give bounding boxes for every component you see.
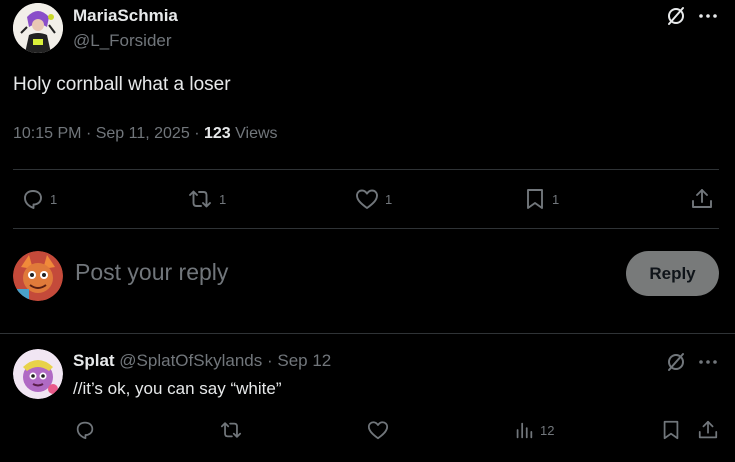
author-handle[interactable]: @L_Forsider <box>73 31 172 51</box>
post-date[interactable]: Sep 11, 2025 <box>96 125 190 142</box>
author-display-name[interactable]: MariaSchmia <box>73 6 178 26</box>
reply-icon <box>21 187 45 211</box>
separator-dot: · <box>194 125 200 142</box>
more-icon[interactable] <box>697 352 719 372</box>
views-count: 12 <box>540 422 555 438</box>
views-label: Views <box>235 125 278 142</box>
repost-icon <box>218 419 244 441</box>
views-action[interactable]: 12 <box>513 419 554 441</box>
like-count: 1 <box>385 191 393 207</box>
post-meta: 10:15 PM · Sep 11, 2025 · 123 Views <box>13 125 278 143</box>
divider <box>0 333 735 334</box>
post-text: Holy cornball what a loser <box>13 74 231 95</box>
divider <box>13 169 719 170</box>
like-action[interactable] <box>366 419 390 441</box>
bookmark-action[interactable] <box>660 419 682 441</box>
like-icon <box>354 187 380 211</box>
reply-input[interactable]: Post your reply <box>75 259 228 286</box>
share-icon <box>697 419 719 441</box>
views-count: 123 <box>203 125 231 142</box>
separator-dot: · <box>85 125 92 142</box>
author-avatar[interactable] <box>13 3 63 53</box>
share-action[interactable] <box>690 187 714 211</box>
bookmark-icon <box>523 187 547 211</box>
repost-action[interactable] <box>218 419 244 441</box>
reply-icon <box>74 419 96 441</box>
views-icon <box>513 419 535 441</box>
divider <box>13 228 719 229</box>
post-time[interactable]: 10:15 PM <box>13 125 81 142</box>
grok-icon[interactable] <box>665 5 687 27</box>
reply-button[interactable]: Reply <box>626 251 719 296</box>
current-user-avatar[interactable] <box>13 251 63 301</box>
share-icon <box>690 187 714 211</box>
reply-action[interactable]: 1 <box>21 187 57 211</box>
bookmark-count: 1 <box>552 191 560 207</box>
grok-icon[interactable] <box>665 351 687 373</box>
reply-author-display-name[interactable]: Splat <box>73 351 115 370</box>
bookmark-icon <box>660 419 682 441</box>
like-action[interactable]: 1 <box>354 187 392 211</box>
bookmark-action[interactable]: 1 <box>523 187 559 211</box>
repost-action[interactable]: 1 <box>186 187 226 211</box>
repost-count: 1 <box>219 191 227 207</box>
repost-icon <box>186 187 214 211</box>
reply-author-handle[interactable]: @SplatOfSkylands <box>119 351 262 370</box>
reply-count: 1 <box>50 191 58 207</box>
reply-author-avatar[interactable] <box>13 349 63 399</box>
like-icon <box>366 419 390 441</box>
reply-text: //it’s ok, you can say “white” <box>73 379 282 398</box>
reply-action[interactable] <box>74 419 96 441</box>
separator-dot: · <box>266 351 273 370</box>
reply-header: Splat @SplatOfSkylands · Sep 12 <box>73 351 331 371</box>
share-action[interactable] <box>697 419 719 441</box>
more-icon[interactable] <box>697 6 719 26</box>
reply-date[interactable]: Sep 12 <box>277 351 331 370</box>
